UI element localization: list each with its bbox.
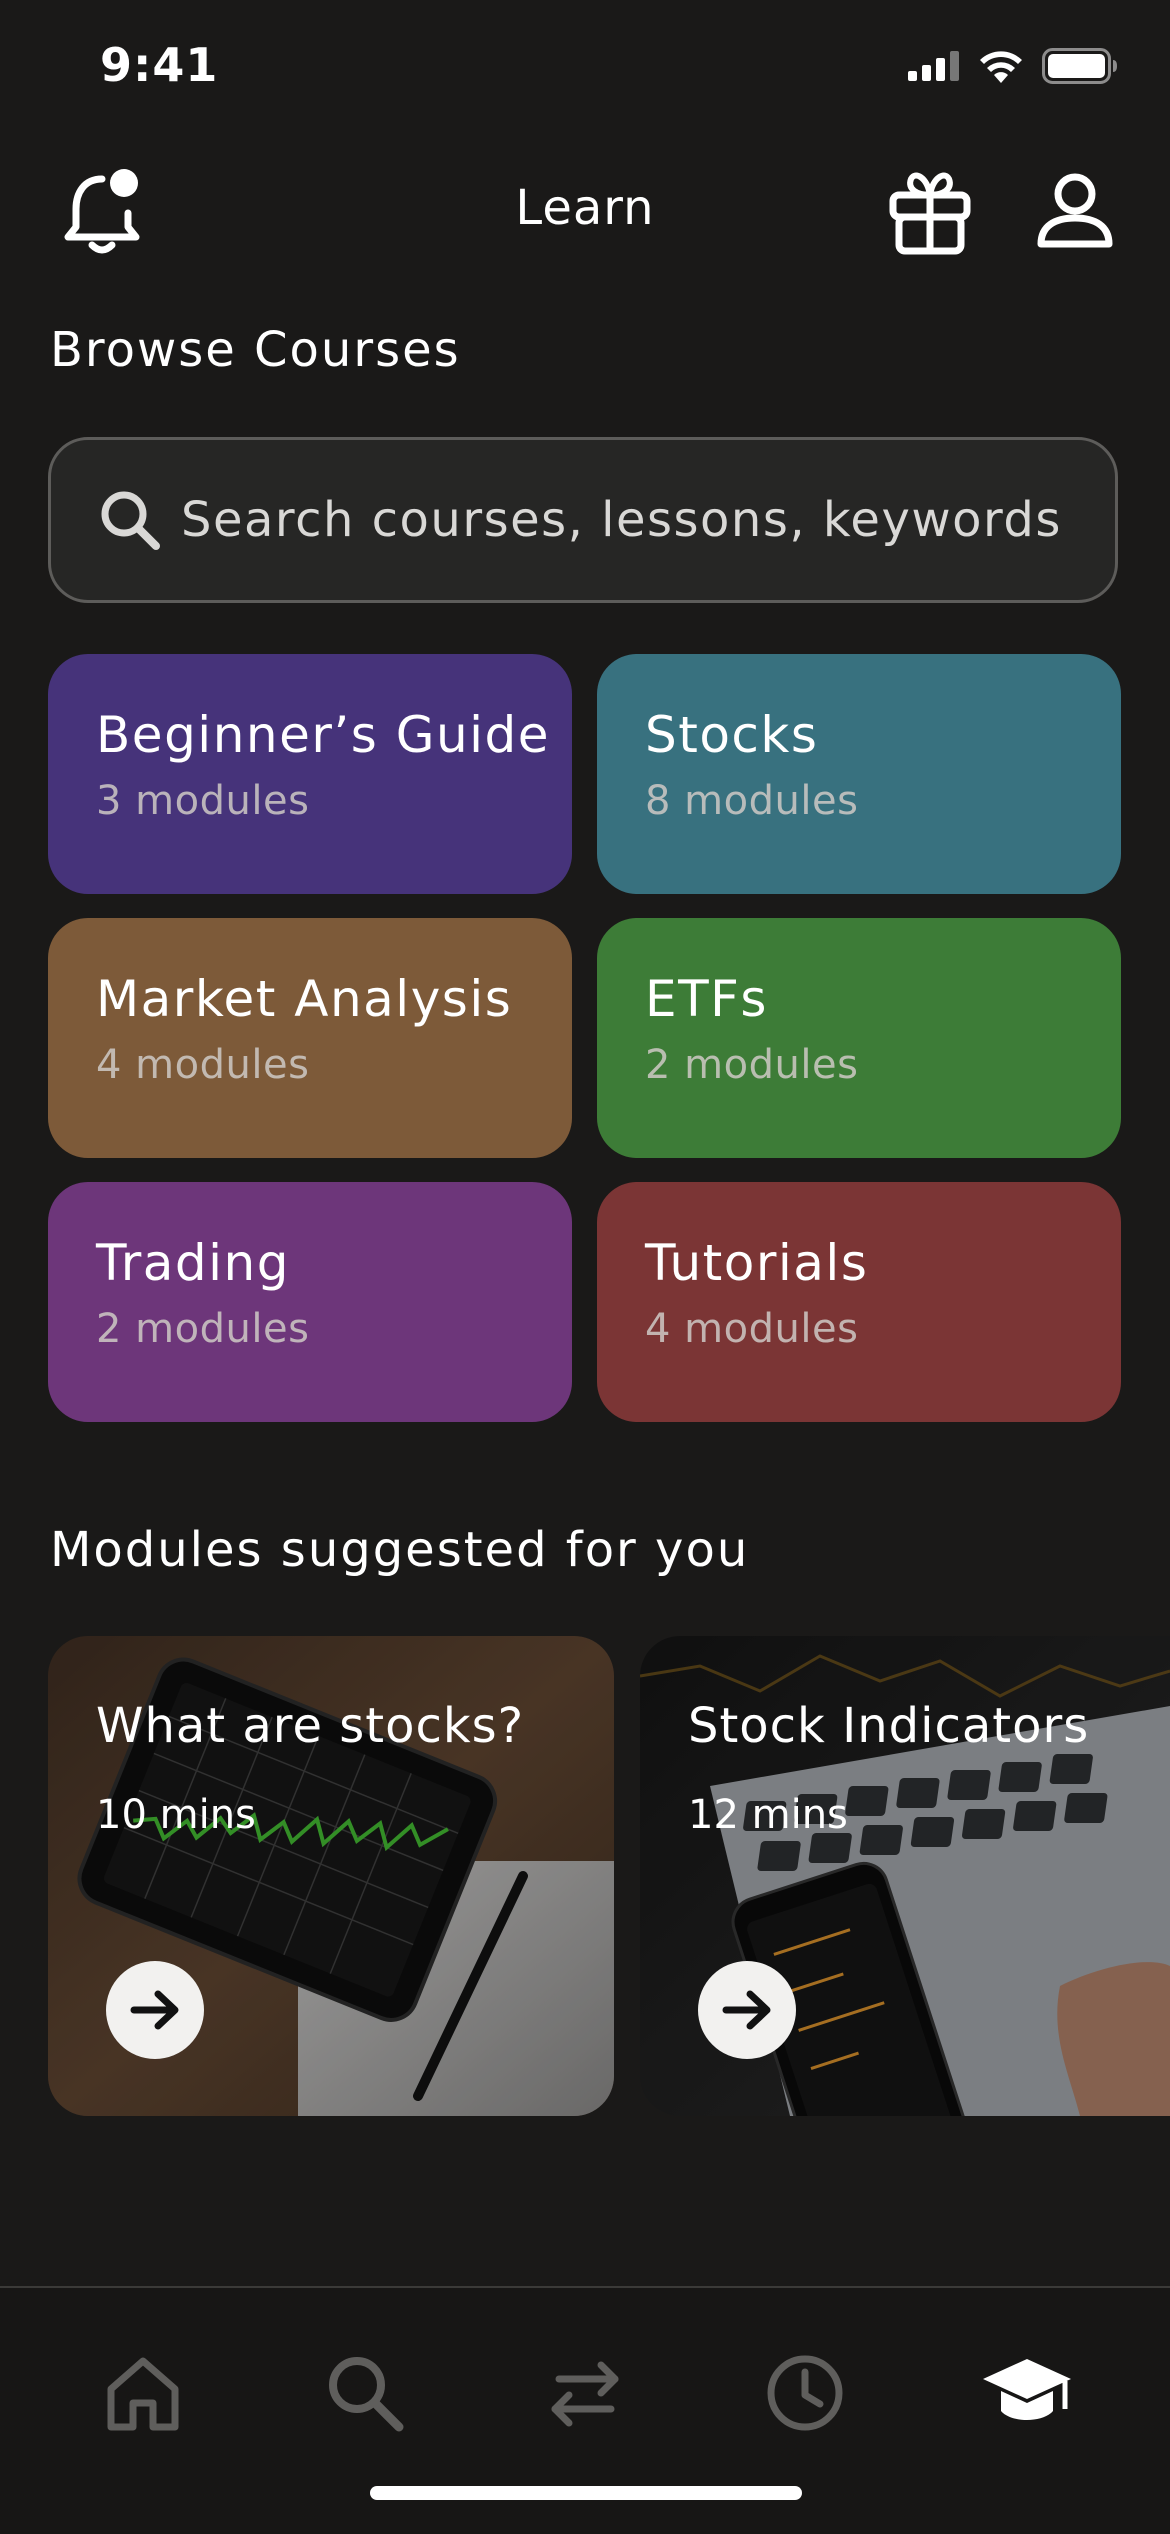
user-icon bbox=[1037, 173, 1113, 248]
course-card-beginners-guide[interactable]: Beginner’s Guide 3 modules bbox=[48, 654, 572, 894]
history-icon bbox=[767, 2355, 843, 2431]
course-card-tutorials[interactable]: Tutorials 4 modules bbox=[597, 1182, 1121, 1422]
course-modules-count: 4 modules bbox=[645, 1306, 859, 1352]
course-modules-count: 2 modules bbox=[96, 1306, 310, 1352]
arrow-right-icon bbox=[130, 1990, 179, 2030]
course-title: Market Analysis bbox=[96, 970, 513, 1028]
search-input[interactable]: Search courses, lessons, keywords bbox=[48, 437, 1118, 603]
search-placeholder: Search courses, lessons, keywords bbox=[181, 492, 1062, 548]
module-duration: 10 mins bbox=[96, 1792, 256, 1838]
battery-icon bbox=[1042, 48, 1117, 84]
tab-search[interactable] bbox=[310, 2338, 420, 2448]
module-duration: 12 mins bbox=[688, 1792, 848, 1838]
gift-icon bbox=[889, 172, 971, 255]
cellular-signal-icon bbox=[908, 51, 959, 81]
module-title: Stock Indicators bbox=[688, 1698, 1090, 1754]
tab-home[interactable] bbox=[88, 2338, 198, 2448]
home-indicator bbox=[370, 2486, 802, 2500]
arrow-right-icon bbox=[722, 1990, 771, 2030]
module-card-what-are-stocks[interactable]: What are stocks? 10 mins bbox=[48, 1636, 614, 2116]
course-modules-count: 2 modules bbox=[645, 1042, 859, 1088]
graduation-cap-icon bbox=[983, 2359, 1071, 2420]
tab-history[interactable] bbox=[750, 2338, 860, 2448]
course-modules-count: 3 modules bbox=[96, 778, 310, 824]
status-icons bbox=[908, 48, 1118, 84]
page-title: Learn bbox=[515, 180, 655, 236]
course-card-market-analysis[interactable]: Market Analysis 4 modules bbox=[48, 918, 572, 1158]
module-title: What are stocks? bbox=[96, 1698, 525, 1754]
course-title: ETFs bbox=[645, 970, 768, 1028]
status-time: 9:41 bbox=[100, 38, 219, 92]
course-modules-count: 4 modules bbox=[96, 1042, 310, 1088]
course-card-stocks[interactable]: Stocks 8 modules bbox=[597, 654, 1121, 894]
course-card-etfs[interactable]: ETFs 2 modules bbox=[597, 918, 1121, 1158]
course-title: Beginner’s Guide bbox=[96, 706, 551, 764]
wifi-icon bbox=[980, 51, 1022, 83]
profile-button[interactable] bbox=[1025, 160, 1125, 260]
course-title: Trading bbox=[96, 1234, 290, 1292]
search-icon bbox=[329, 2357, 404, 2432]
tab-learn[interactable] bbox=[972, 2338, 1082, 2448]
course-title: Stocks bbox=[645, 706, 819, 764]
search-icon bbox=[101, 491, 160, 550]
browse-courses-heading: Browse Courses bbox=[50, 322, 461, 378]
open-module-button[interactable] bbox=[106, 1961, 204, 2059]
suggested-modules-heading: Modules suggested for you bbox=[50, 1522, 750, 1578]
home-icon bbox=[107, 2357, 179, 2431]
module-card-stock-indicators[interactable]: Stock Indicators 12 mins bbox=[640, 1636, 1170, 2116]
rewards-button[interactable] bbox=[880, 160, 980, 260]
course-card-trading[interactable]: Trading 2 modules bbox=[48, 1182, 572, 1422]
course-title: Tutorials bbox=[645, 1234, 869, 1292]
transfer-icon bbox=[551, 2361, 619, 2427]
tab-transfer[interactable] bbox=[530, 2338, 640, 2448]
course-modules-count: 8 modules bbox=[645, 778, 859, 824]
open-module-button[interactable] bbox=[698, 1961, 796, 2059]
